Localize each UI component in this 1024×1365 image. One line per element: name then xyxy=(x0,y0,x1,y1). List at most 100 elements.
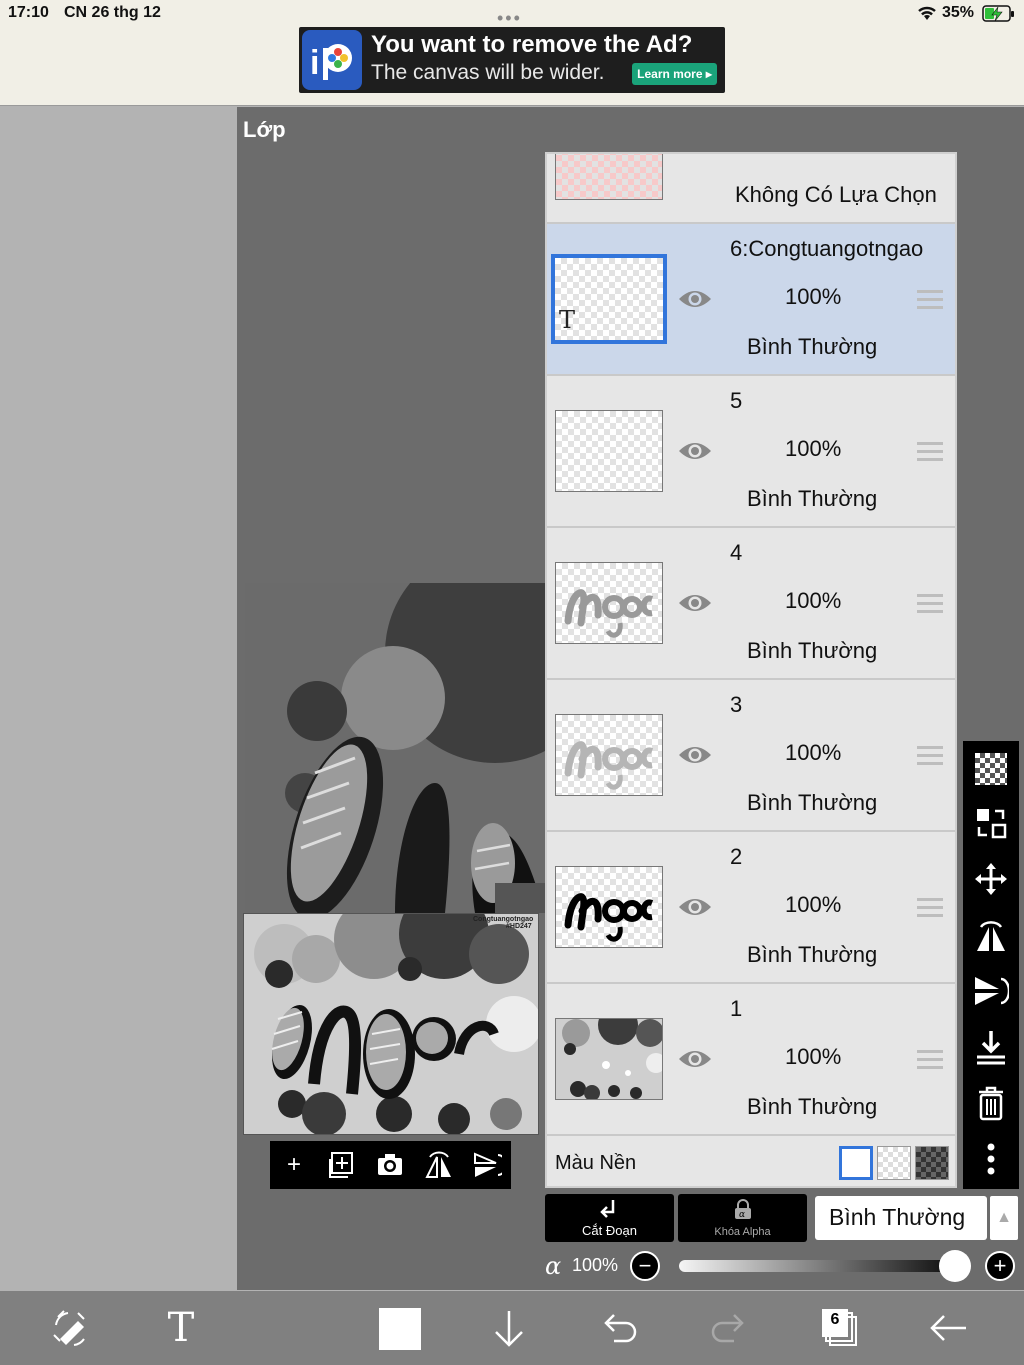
layer-thumbnail xyxy=(555,154,663,200)
layer-name: 1 xyxy=(730,996,743,1021)
more-options-icon[interactable] xyxy=(973,1141,1009,1177)
layer-list[interactable]: Không Có Lựa Chọn T 6:Congtuangotngao 10… xyxy=(545,152,957,1188)
primary-color-swatch[interactable] xyxy=(379,1308,421,1350)
selection-layer-row[interactable]: Không Có Lựa Chọn xyxy=(547,152,955,224)
move-layer-content-icon[interactable] xyxy=(973,805,1009,841)
layer-tools-sidebar xyxy=(963,741,1019,1189)
background-art-thumbnail xyxy=(556,1019,662,1099)
drag-handle-icon[interactable] xyxy=(917,594,943,614)
layer-row-1[interactable]: 1 100% Bình Thường xyxy=(547,984,955,1136)
drag-handle-icon[interactable] xyxy=(917,442,943,462)
visibility-eye-icon[interactable] xyxy=(677,590,713,616)
arrow-down-icon[interactable] xyxy=(486,1305,532,1351)
clipping-label: Cắt Đoạn xyxy=(582,1223,637,1238)
layer-row-5[interactable]: 5 100% Bình Thường xyxy=(547,376,955,528)
layer-thumbnail xyxy=(555,1018,663,1100)
bottom-toolbar: T 6 xyxy=(0,1291,1024,1365)
selection-marquee-icon xyxy=(677,152,713,154)
background-color-row: Màu Nền xyxy=(547,1138,955,1186)
status-bar: 17:10 CN 26 thg 12 ••• 35% i You want to… xyxy=(0,0,1024,106)
background-color-label: Màu Nền xyxy=(555,1152,637,1174)
layer-row-6[interactable]: T 6:Congtuangotngao 100% Bình Thường xyxy=(547,224,955,376)
layer-name: 5 xyxy=(730,388,743,413)
layer-blend-mode: Bình Thường xyxy=(747,1094,878,1119)
blend-mode-arrow-icon[interactable]: ▲ xyxy=(990,1196,1018,1240)
background-transparent-dark-swatch[interactable] xyxy=(915,1146,949,1180)
visibility-eye-icon[interactable] xyxy=(677,742,713,768)
undo-icon[interactable] xyxy=(596,1305,642,1351)
trash-icon[interactable] xyxy=(973,1085,1009,1121)
visibility-eye-icon[interactable] xyxy=(677,438,713,464)
transparency-checker-icon[interactable] xyxy=(975,753,1007,785)
merge-down-icon[interactable] xyxy=(973,1029,1009,1065)
svg-text:i: i xyxy=(310,44,319,82)
text-layer-icon: T xyxy=(559,306,576,334)
layer-row-2[interactable]: 2 100% Bình Thường xyxy=(547,832,955,984)
layer-opacity: 100% xyxy=(785,1044,842,1069)
alpha-value: 100% xyxy=(572,1255,619,1275)
lettering-thumbnail-black xyxy=(564,893,654,942)
alpha-symbol: α xyxy=(545,1252,562,1280)
alpha-increase-button[interactable]: + xyxy=(985,1251,1015,1281)
drag-handle-icon[interactable] xyxy=(917,290,943,310)
transform-tool-icon[interactable] xyxy=(48,1305,94,1351)
visibility-eye-icon[interactable] xyxy=(677,894,713,920)
ibispaint-logo-icon: i xyxy=(302,30,362,90)
move-arrows-icon[interactable] xyxy=(973,861,1009,897)
background-white-swatch[interactable] xyxy=(839,1146,873,1180)
text-tool-icon[interactable]: T xyxy=(158,1305,204,1351)
status-time: 17:10 xyxy=(8,4,49,21)
multitask-dots-icon[interactable]: ••• xyxy=(497,8,522,29)
lettering-thumbnail-gray xyxy=(564,589,654,638)
layer-name: 2 xyxy=(730,844,743,869)
drag-handle-icon[interactable] xyxy=(917,746,943,766)
flip-vertical-icon[interactable] xyxy=(472,1151,502,1179)
layer-thumbnail xyxy=(555,714,663,796)
flip-horizontal-icon[interactable] xyxy=(424,1151,454,1179)
panel-title: Lớp xyxy=(243,117,286,142)
clipping-button[interactable]: Cắt Đoạn xyxy=(545,1194,674,1242)
layer-blend-mode: Bình Thường xyxy=(747,486,878,511)
layer-opacity: 100% xyxy=(785,892,842,917)
layer-name: 6:Congtuangotngao xyxy=(730,236,924,261)
wifi-icon xyxy=(918,6,936,20)
layers-button[interactable]: 6 xyxy=(818,1305,864,1351)
flip-vertical-icon[interactable] xyxy=(973,973,1009,1009)
add-layer-icon[interactable]: + xyxy=(280,1151,308,1179)
layer-row-4[interactable]: 4 100% Bình Thường xyxy=(547,528,955,680)
layer-blend-mode: Bình Thường xyxy=(747,638,878,663)
layer-row-3[interactable]: 3 100% Bình Thường xyxy=(547,680,955,832)
alpha-slider-knob[interactable] xyxy=(939,1250,971,1282)
watermark-line-2: #HD247 xyxy=(506,923,532,930)
visibility-eye-icon[interactable] xyxy=(677,1046,713,1072)
ad-learn-more-button[interactable]: Learn more ▸ xyxy=(632,63,717,85)
lock-icon: α xyxy=(735,1199,751,1220)
drag-handle-icon[interactable] xyxy=(917,898,943,918)
flip-horizontal-icon[interactable] xyxy=(973,917,1009,953)
redo-icon[interactable] xyxy=(706,1305,752,1351)
layer-thumbnail-toolbar: + xyxy=(270,1141,511,1189)
back-arrow-icon[interactable] xyxy=(926,1305,972,1351)
ad-banner[interactable]: i You want to remove the Ad? The canvas … xyxy=(299,27,725,93)
canvas-artwork[interactable] xyxy=(245,583,545,913)
blend-mode-value: Bình Thường xyxy=(829,1204,966,1230)
alpha-slider-track[interactable] xyxy=(679,1260,969,1272)
alpha-lock-label: Khóa Alpha xyxy=(714,1226,771,1238)
camera-icon[interactable] xyxy=(376,1151,404,1179)
no-selection-label: Không Có Lựa Chọn xyxy=(735,182,937,207)
drag-handle-icon[interactable] xyxy=(917,1050,943,1070)
layer-blend-mode: Bình Thường xyxy=(747,942,878,967)
svg-text:α: α xyxy=(739,1210,745,1220)
layer-thumbnail: T xyxy=(551,254,667,344)
battery-percent: 35% xyxy=(942,4,975,21)
alpha-lock-button[interactable]: α Khóa Alpha xyxy=(678,1194,807,1242)
visibility-eye-icon[interactable] xyxy=(677,286,713,312)
layer-name: 4 xyxy=(730,540,743,565)
alpha-decrease-button[interactable]: − xyxy=(630,1251,660,1281)
background-transparent-light-swatch[interactable] xyxy=(877,1146,911,1180)
watermark-line-1: Congtuangotngao xyxy=(473,916,533,923)
ad-subtitle: The canvas will be wider. xyxy=(371,61,605,84)
blend-mode-select[interactable]: Bình Thường xyxy=(815,1196,987,1240)
add-layer-copy-icon[interactable] xyxy=(328,1151,356,1179)
canvas-thumbnail[interactable]: Congtuangotngao #HD247 xyxy=(243,913,539,1135)
